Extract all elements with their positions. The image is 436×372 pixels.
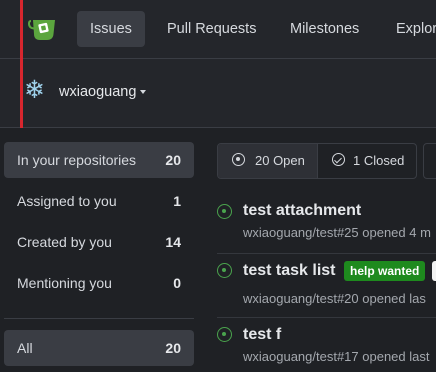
filter-count: 20: [165, 340, 181, 356]
issue-meta: wxiaoguang/test#25 opened 4 m: [243, 225, 431, 240]
issue-opened-icon: [217, 327, 232, 342]
issue-label[interactable]: [432, 261, 436, 281]
filter-count: 20: [165, 152, 181, 168]
filter-label: Mentioning you: [17, 275, 112, 291]
open-count-label: 20 Open: [255, 153, 305, 168]
top-navbar: Issues Pull Requests Milestones Explore: [0, 0, 436, 59]
filter-your-repositories[interactable]: In your repositories 20: [4, 142, 194, 178]
issue-closed-icon: [332, 153, 345, 166]
filter-assigned-to-you[interactable]: Assigned to you 1: [4, 183, 194, 219]
nav-milestones[interactable]: Milestones: [277, 11, 372, 47]
open-issues-button[interactable]: 20 Open: [218, 144, 318, 178]
issue-state-toggle: 20 Open 1 Closed: [217, 143, 417, 179]
caret-down-icon[interactable]: [140, 90, 146, 94]
issue-opened-icon: [217, 263, 232, 278]
filter-label: Assigned to you: [17, 193, 117, 209]
filter-divider: [4, 318, 194, 319]
issue-opened-icon: [232, 153, 245, 166]
issue-title[interactable]: test f: [243, 326, 281, 344]
issue-meta: wxiaoguang/test#17 opened last: [243, 349, 430, 364]
issue-divider: [217, 317, 436, 318]
sort-dropdown-button[interactable]: [423, 143, 436, 179]
gitea-logo-icon[interactable]: [28, 14, 58, 42]
issue-label-help-wanted[interactable]: help wanted: [344, 261, 426, 281]
issue-title[interactable]: test attachment: [243, 202, 361, 220]
closed-count-label: 1 Closed: [353, 153, 405, 168]
filter-created-by-you[interactable]: Created by you 14: [4, 224, 194, 260]
nav-issues[interactable]: Issues: [77, 11, 145, 47]
filter-label: All: [17, 340, 33, 356]
filter-label: In your repositories: [17, 152, 137, 168]
filter-count: 1: [173, 193, 181, 209]
issue-divider: [217, 253, 436, 254]
issue-title[interactable]: test task list: [243, 262, 335, 280]
issue-opened-icon: [217, 204, 232, 219]
filter-label: Created by you: [17, 234, 112, 250]
nav-pull-requests[interactable]: Pull Requests: [154, 11, 269, 47]
snowflake-icon: ❄: [24, 76, 45, 104]
nav-explore[interactable]: Explore: [383, 11, 436, 47]
closed-issues-button[interactable]: 1 Closed: [318, 144, 416, 178]
filter-all[interactable]: All 20: [4, 330, 194, 366]
issue-meta: wxiaoguang/test#20 opened las: [243, 291, 426, 306]
filter-count: 14: [165, 234, 181, 250]
filter-mentioning-you[interactable]: Mentioning you 0: [4, 265, 194, 301]
filter-count: 0: [173, 275, 181, 291]
indicator-line: [20, 0, 23, 128]
context-username[interactable]: wxiaoguang: [59, 84, 136, 100]
